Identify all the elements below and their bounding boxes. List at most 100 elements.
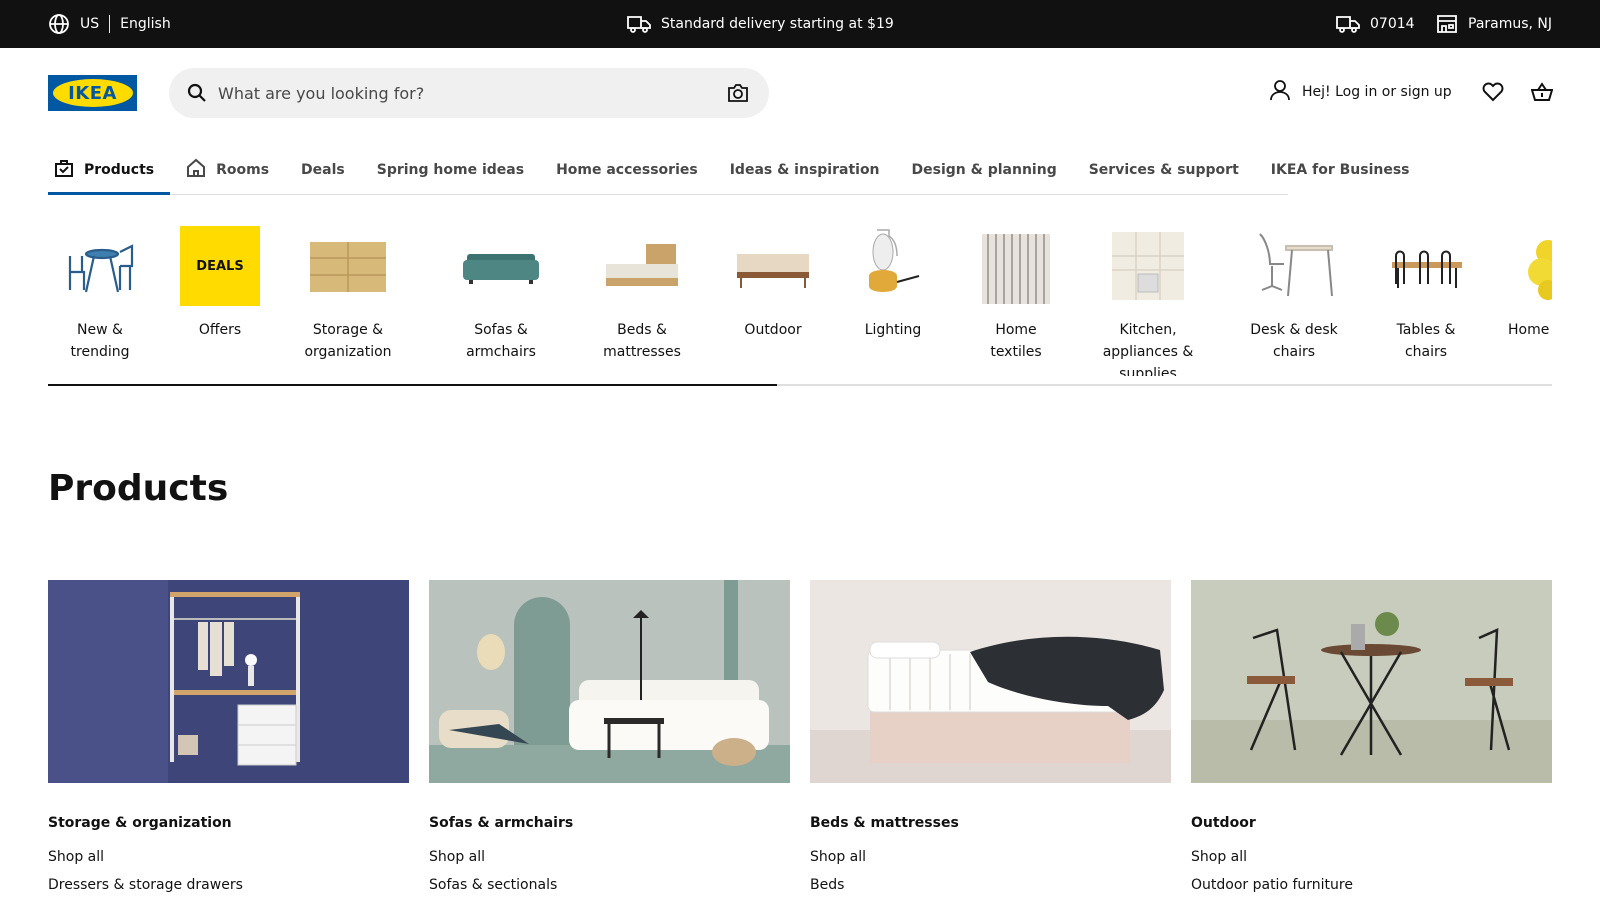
category-home-textiles[interactable]: Home textiles — [968, 226, 1064, 363]
cart-icon[interactable] — [1530, 82, 1554, 106]
category-image — [308, 226, 388, 306]
delivery-text[interactable]: Standard delivery starting at $19 — [661, 16, 894, 32]
category-image — [853, 226, 933, 306]
store-selector[interactable]: Paramus, NJ — [1436, 0, 1552, 48]
heart-icon[interactable] — [1482, 82, 1504, 106]
category-carousel: New & trending DEALS Offers Storage & or… — [48, 226, 1552, 376]
category-label: Desk & desk chairs — [1250, 322, 1338, 360]
category-tables-chairs[interactable]: Tables & chairs — [1376, 226, 1476, 363]
ikea-logo[interactable]: IKEA — [48, 75, 137, 111]
category-image — [1254, 226, 1334, 306]
page-title: Products — [48, 468, 229, 509]
logo-oval: IKEA — [52, 79, 133, 107]
tab-ikea-for-business[interactable]: IKEA for Business — [1255, 145, 1426, 194]
zip-selector[interactable]: 07014 — [1336, 0, 1415, 48]
tab-label: Rooms — [216, 161, 270, 178]
user-icon — [1270, 79, 1290, 105]
tab-label: Products — [84, 161, 155, 178]
category-label: Beds & mattresses — [603, 322, 681, 360]
category-image — [1508, 226, 1552, 306]
store-name[interactable]: Paramus, NJ — [1468, 16, 1552, 32]
category-image — [1108, 226, 1188, 306]
account-link[interactable]: Hej! Log in or sign up — [1270, 80, 1452, 104]
sofas-image[interactable] — [429, 580, 790, 783]
category-home-accessories[interactable]: Home acce — [1508, 226, 1552, 341]
tab-label: Deals — [301, 161, 345, 178]
category-label: Outdoor — [744, 322, 802, 338]
logo-text: IKEA — [68, 82, 117, 104]
subcategory-link[interactable]: Dressers & storage drawers — [48, 877, 409, 893]
category-image — [602, 226, 682, 306]
card-title[interactable]: Sofas & armchairs — [429, 815, 790, 831]
tab-rooms[interactable]: Rooms — [170, 145, 285, 194]
truck-icon — [1336, 14, 1360, 34]
search-input[interactable] — [218, 68, 698, 118]
category-label: Offers — [198, 322, 242, 338]
tab-label: Home accessories — [556, 161, 698, 178]
category-image — [733, 226, 813, 306]
tab-ideas-inspiration[interactable]: Ideas & inspiration — [714, 145, 896, 194]
subcategory-link[interactable]: Outdoor patio furniture — [1191, 877, 1552, 893]
subcategory-link[interactable]: Beds — [810, 877, 1171, 893]
tab-services-support[interactable]: Services & support — [1073, 145, 1255, 194]
zip-code[interactable]: 07014 — [1370, 16, 1415, 32]
category-label: Sofas & armchairs — [466, 322, 536, 360]
bag-icon — [54, 158, 74, 182]
product-card-beds: Beds & mattresses Shop all Beds — [810, 580, 1171, 893]
card-title[interactable]: Beds & mattresses — [810, 815, 1171, 831]
category-desk-chairs[interactable]: Desk & desk chairs — [1232, 226, 1356, 363]
carousel-scrollbar-thumb[interactable] — [48, 384, 777, 386]
category-beds[interactable]: Beds & mattresses — [580, 226, 704, 363]
tab-design-planning[interactable]: Design & planning — [896, 145, 1073, 194]
category-outdoor[interactable]: Outdoor — [733, 226, 813, 341]
deals-badge: DEALS — [180, 226, 260, 306]
tab-label: Spring home ideas — [376, 161, 525, 178]
camera-icon[interactable] — [727, 83, 749, 107]
category-kitchen[interactable]: Kitchen, appliances & supplies — [1083, 226, 1213, 376]
card-title[interactable]: Outdoor — [1191, 815, 1552, 831]
language-label[interactable]: English — [120, 16, 171, 32]
tab-products[interactable]: Products — [48, 145, 171, 195]
category-image — [976, 226, 1056, 306]
shop-all-link[interactable]: Shop all — [1191, 849, 1552, 865]
tab-label: Design & planning — [911, 161, 1057, 178]
outdoor-image[interactable] — [1191, 580, 1552, 783]
category-label: Home acce — [1508, 322, 1552, 338]
category-lighting[interactable]: Lighting — [853, 226, 933, 341]
tab-deals[interactable]: Deals — [285, 145, 361, 194]
shop-all-link[interactable]: Shop all — [48, 849, 409, 865]
category-new-trending[interactable]: New & trending — [48, 226, 152, 363]
region-label[interactable]: US — [80, 16, 99, 32]
category-label: Home textiles — [990, 322, 1042, 360]
tab-spring-home-ideas[interactable]: Spring home ideas — [361, 145, 540, 194]
category-image — [1386, 226, 1466, 306]
category-label: Storage & organization — [304, 322, 392, 360]
search-bar[interactable] — [169, 68, 769, 118]
region-language-selector[interactable]: US English — [48, 0, 171, 48]
category-sofas[interactable]: Sofas & armchairs — [441, 226, 561, 363]
product-card-storage: Storage & organization Shop all Dressers… — [48, 580, 409, 893]
deals-badge-text: DEALS — [196, 258, 244, 274]
tab-home-accessories[interactable]: Home accessories — [540, 145, 714, 194]
product-card-sofas: Sofas & armchairs Shop all Sofas & secti… — [429, 580, 790, 893]
category-storage[interactable]: Storage & organization — [298, 226, 398, 363]
carousel-scrollbar[interactable] — [48, 384, 1552, 386]
category-label: Kitchen, appliances & supplies — [1102, 322, 1194, 376]
card-title[interactable]: Storage & organization — [48, 815, 409, 831]
category-offers[interactable]: DEALS Offers — [170, 226, 270, 341]
shop-all-link[interactable]: Shop all — [810, 849, 1171, 865]
shop-all-link[interactable]: Shop all — [429, 849, 790, 865]
tab-label: Ideas & inspiration — [729, 161, 880, 178]
top-info-bar: US English Standard delivery starting at… — [0, 0, 1600, 48]
search-icon[interactable] — [187, 83, 207, 107]
product-card-outdoor: Outdoor Shop all Outdoor patio furniture — [1191, 580, 1552, 893]
beds-image[interactable] — [810, 580, 1171, 783]
delivery-info[interactable]: Standard delivery starting at $19 — [627, 0, 894, 48]
category-label: Tables & chairs — [1396, 322, 1456, 360]
main-nav: Products Rooms Deals Spring home ideas H… — [48, 145, 1410, 195]
account-label[interactable]: Hej! Log in or sign up — [1302, 84, 1452, 100]
globe-icon — [48, 13, 70, 35]
subcategory-link[interactable]: Sofas & sectionals — [429, 877, 790, 893]
store-icon — [1436, 14, 1458, 34]
storage-image[interactable] — [48, 580, 409, 783]
